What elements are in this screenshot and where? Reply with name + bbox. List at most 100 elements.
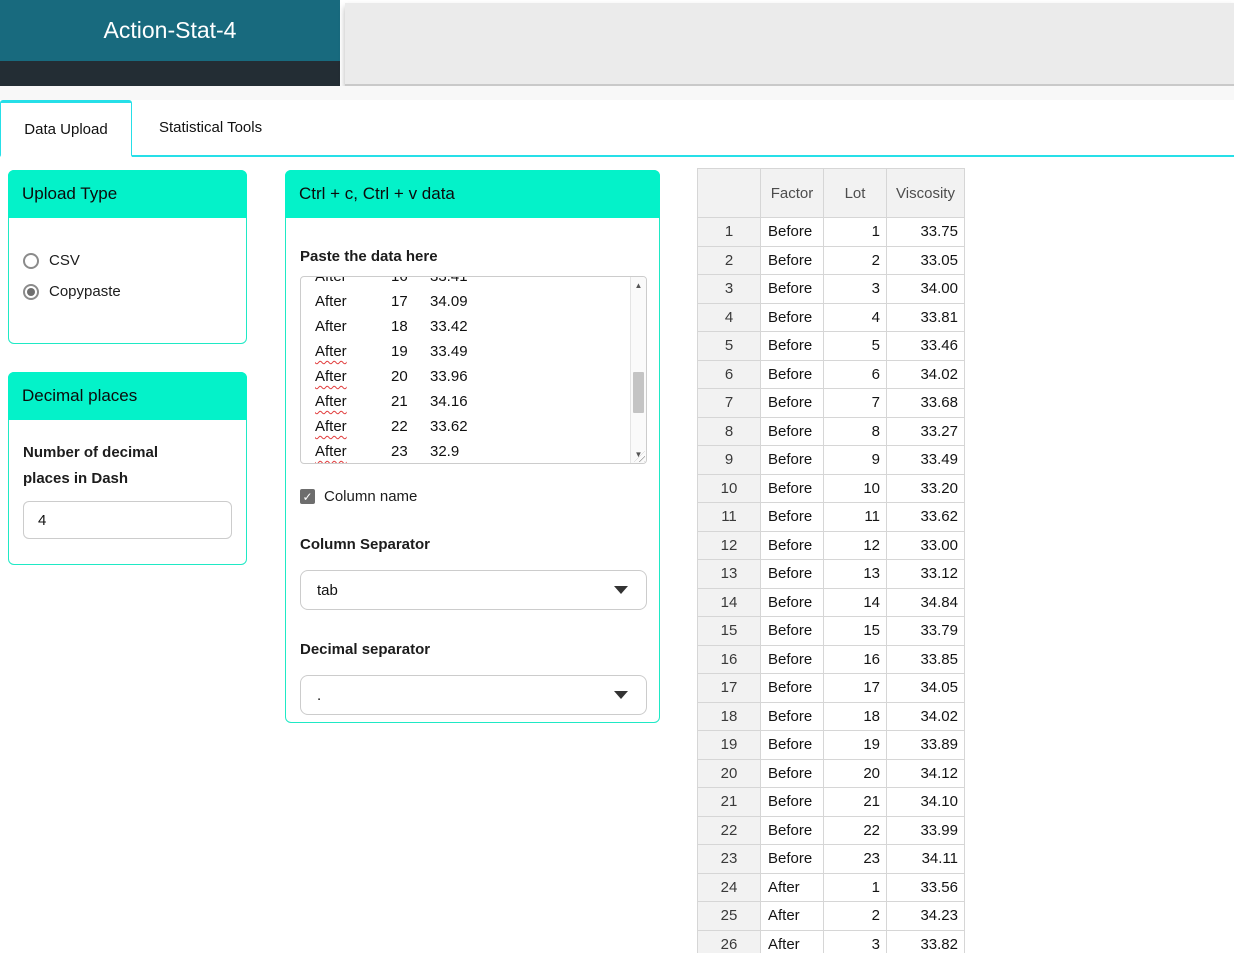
- cell-lot[interactable]: 20: [823, 758, 887, 788]
- cell-viscosity[interactable]: 33.00: [886, 530, 965, 560]
- cell-factor[interactable]: After: [760, 901, 824, 931]
- row-index-cell: 13: [697, 559, 761, 589]
- cell-factor[interactable]: Before: [760, 559, 824, 589]
- cell-factor[interactable]: Before: [760, 587, 824, 617]
- cell-factor[interactable]: Before: [760, 473, 824, 503]
- cell-lot[interactable]: 2: [823, 245, 887, 275]
- row-index-cell: 10: [697, 473, 761, 503]
- cell-factor[interactable]: Before: [760, 701, 824, 731]
- cell-viscosity[interactable]: 34.84: [886, 587, 965, 617]
- cell-lot[interactable]: 1: [823, 217, 887, 247]
- cell-factor[interactable]: Before: [760, 530, 824, 560]
- cell-viscosity[interactable]: 33.89: [886, 730, 965, 760]
- paste-textarea[interactable]: After 16 33.41 After 17 34.09 After 18 33.42 Afte…: [300, 276, 647, 464]
- cell-viscosity[interactable]: 34.02: [886, 359, 965, 389]
- cell-lot[interactable]: 14: [823, 587, 887, 617]
- cell-viscosity[interactable]: 33.79: [886, 616, 965, 646]
- cell-lot[interactable]: 11: [823, 502, 887, 532]
- textarea-cell: 33.49: [430, 343, 468, 360]
- cell-viscosity[interactable]: 34.11: [886, 844, 965, 874]
- cell-viscosity[interactable]: 33.05: [886, 245, 965, 275]
- decimal-places-input[interactable]: 4: [23, 501, 232, 539]
- cell-viscosity[interactable]: 33.12: [886, 559, 965, 589]
- cell-viscosity[interactable]: 34.05: [886, 673, 965, 703]
- cell-factor[interactable]: Before: [760, 359, 824, 389]
- cell-factor[interactable]: Before: [760, 616, 824, 646]
- scrollbar-thumb[interactable]: [633, 371, 644, 413]
- cell-lot[interactable]: 18: [823, 701, 887, 731]
- cell-lot[interactable]: 3: [823, 274, 887, 304]
- cell-lot[interactable]: 3: [823, 929, 887, 953]
- tab-statistical-tools[interactable]: Statistical Tools: [132, 100, 289, 155]
- cell-lot[interactable]: 9: [823, 445, 887, 475]
- cell-lot[interactable]: 13: [823, 559, 887, 589]
- cell-viscosity[interactable]: 33.49: [886, 445, 965, 475]
- cell-factor[interactable]: After: [760, 872, 824, 902]
- textarea-scrollbar[interactable]: [630, 277, 646, 463]
- cell-factor[interactable]: Before: [760, 815, 824, 845]
- cell-viscosity[interactable]: 33.62: [886, 502, 965, 532]
- decimal-separator-dropdown[interactable]: .: [300, 675, 647, 715]
- cell-factor[interactable]: Before: [760, 730, 824, 760]
- cell-viscosity[interactable]: 34.00: [886, 274, 965, 304]
- cell-lot[interactable]: 5: [823, 331, 887, 361]
- cell-factor[interactable]: Before: [760, 302, 824, 332]
- cell-lot[interactable]: 8: [823, 416, 887, 446]
- cell-viscosity[interactable]: 33.46: [886, 331, 965, 361]
- cell-factor[interactable]: Before: [760, 787, 824, 817]
- cell-lot[interactable]: 17: [823, 673, 887, 703]
- column-separator-dropdown[interactable]: tab: [300, 570, 647, 610]
- cell-lot[interactable]: 6: [823, 359, 887, 389]
- textarea-line: After 20 33.96: [315, 364, 629, 389]
- radio-option-csv[interactable]: CSV: [23, 245, 232, 276]
- cell-lot[interactable]: 2: [823, 901, 887, 931]
- cell-lot[interactable]: 7: [823, 388, 887, 418]
- cell-factor[interactable]: Before: [760, 245, 824, 275]
- cell-factor[interactable]: Before: [760, 644, 824, 674]
- cell-viscosity[interactable]: 34.10: [886, 787, 965, 817]
- cell-viscosity[interactable]: 33.20: [886, 473, 965, 503]
- cell-factor[interactable]: Before: [760, 331, 824, 361]
- radio-option-copypaste[interactable]: Copypaste: [23, 276, 232, 307]
- cell-lot[interactable]: 23: [823, 844, 887, 874]
- cell-factor[interactable]: Before: [760, 502, 824, 532]
- cell-factor[interactable]: Before: [760, 416, 824, 446]
- cell-viscosity[interactable]: 33.85: [886, 644, 965, 674]
- cell-viscosity[interactable]: 33.68: [886, 388, 965, 418]
- data-table: Factor Lot Viscosity 1 Before 1 33.75 2 Before 2…: [697, 168, 965, 953]
- cell-factor[interactable]: Before: [760, 274, 824, 304]
- cell-viscosity[interactable]: 34.23: [886, 901, 965, 931]
- cell-factor[interactable]: Before: [760, 673, 824, 703]
- cell-lot[interactable]: 16: [823, 644, 887, 674]
- cell-viscosity[interactable]: 33.75: [886, 217, 965, 247]
- cell-factor[interactable]: Before: [760, 388, 824, 418]
- cell-lot[interactable]: 12: [823, 530, 887, 560]
- tab-data-upload[interactable]: Data Upload: [0, 100, 132, 157]
- column-name-checkbox-row[interactable]: Column name: [300, 488, 645, 505]
- radio-selected-icon[interactable]: [23, 283, 39, 300]
- cell-lot[interactable]: 15: [823, 616, 887, 646]
- cell-lot[interactable]: 10: [823, 473, 887, 503]
- checkbox-checked-icon[interactable]: [300, 489, 315, 504]
- cell-viscosity[interactable]: 33.82: [886, 929, 965, 953]
- cell-factor[interactable]: Before: [760, 445, 824, 475]
- row-index-cell: 21: [697, 787, 761, 817]
- cell-lot[interactable]: 21: [823, 787, 887, 817]
- cell-lot[interactable]: 4: [823, 302, 887, 332]
- cell-factor[interactable]: Before: [760, 217, 824, 247]
- cell-viscosity[interactable]: 34.02: [886, 701, 965, 731]
- cell-factor[interactable]: Before: [760, 844, 824, 874]
- radio-unselected-icon[interactable]: [23, 252, 39, 269]
- cell-viscosity[interactable]: 33.56: [886, 872, 965, 902]
- cell-viscosity[interactable]: 34.12: [886, 758, 965, 788]
- cell-viscosity[interactable]: 33.81: [886, 302, 965, 332]
- cell-lot[interactable]: 1: [823, 872, 887, 902]
- scroll-up-icon[interactable]: [631, 278, 646, 293]
- textarea-line: After 18 33.42: [315, 314, 629, 339]
- cell-lot[interactable]: 19: [823, 730, 887, 760]
- cell-factor[interactable]: After: [760, 929, 824, 953]
- cell-factor[interactable]: Before: [760, 758, 824, 788]
- cell-viscosity[interactable]: 33.99: [886, 815, 965, 845]
- cell-viscosity[interactable]: 33.27: [886, 416, 965, 446]
- cell-lot[interactable]: 22: [823, 815, 887, 845]
